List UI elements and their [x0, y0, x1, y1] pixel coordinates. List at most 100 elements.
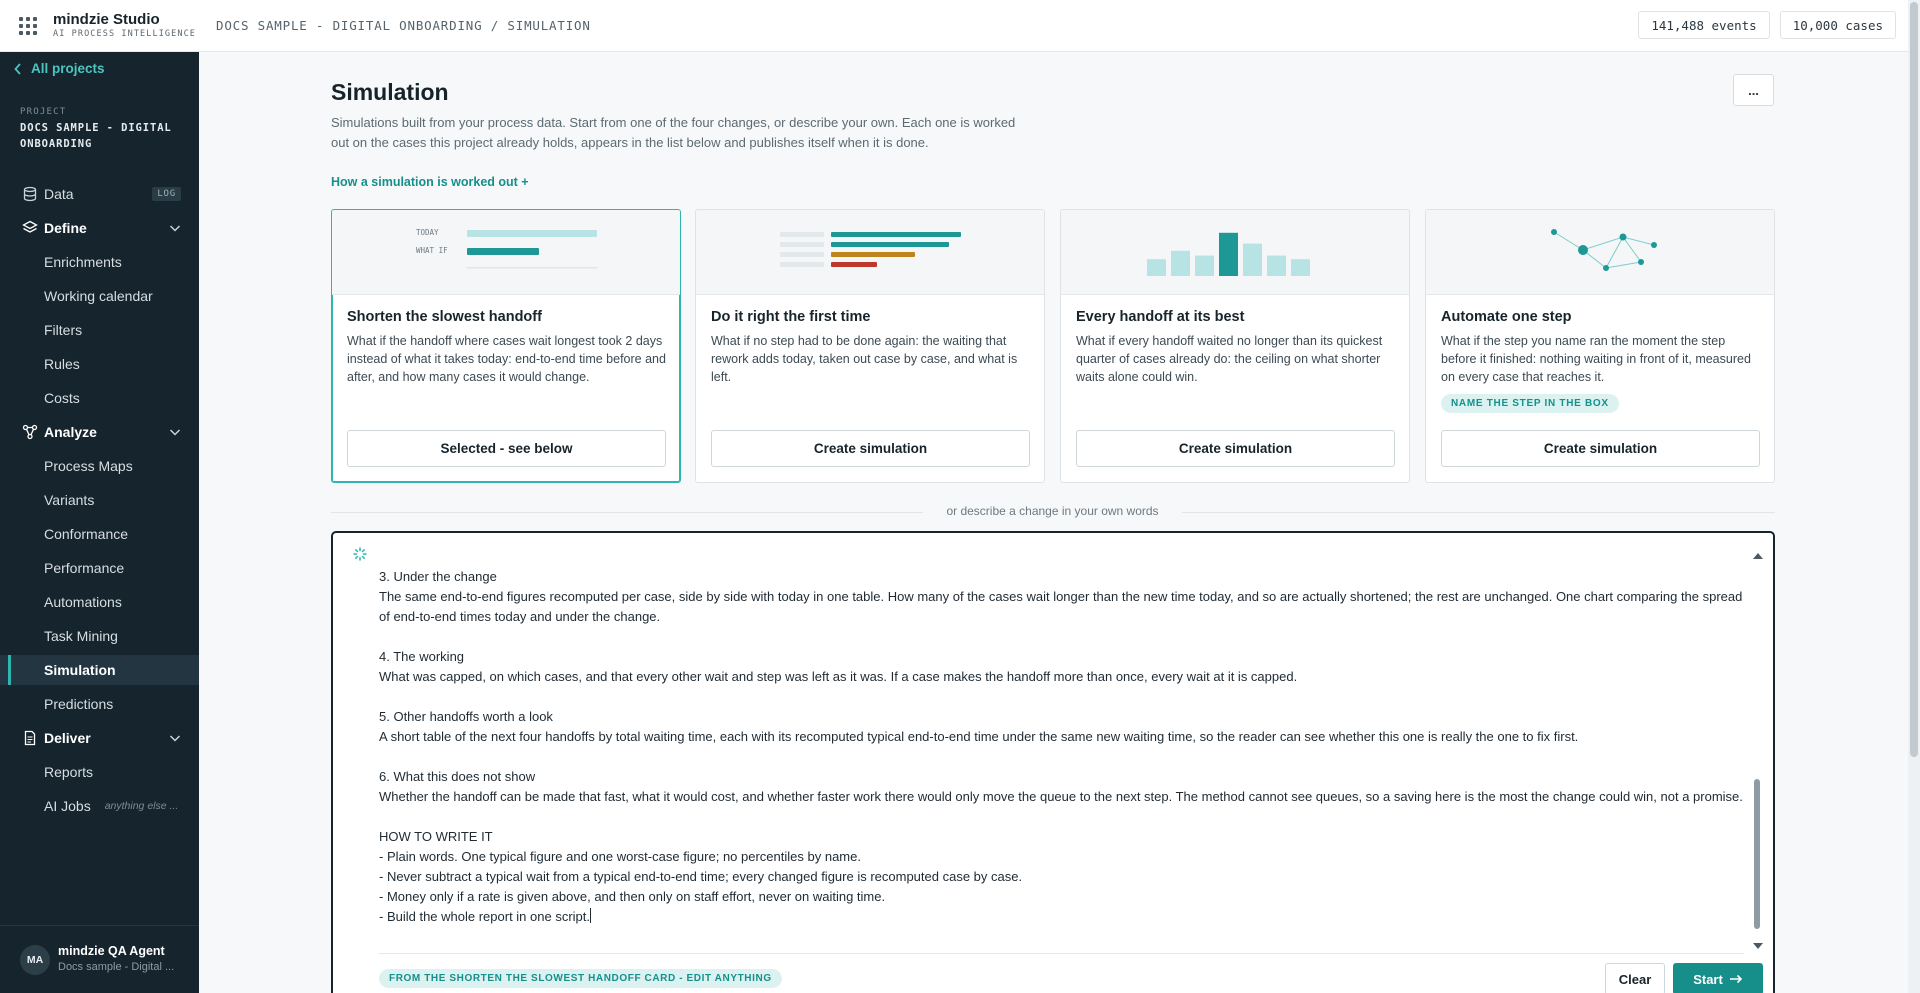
sidebar-item-ai-jobs[interactable]: AI Jobs anything else ...	[0, 791, 199, 821]
bar-red	[831, 262, 877, 267]
chevron-down-icon	[169, 225, 181, 232]
histogram-bar	[1147, 259, 1166, 276]
sidebar-section-deliver[interactable]: Deliver	[0, 723, 199, 753]
page-scroll-thumb[interactable]	[1910, 2, 1918, 757]
arrow-right-icon	[1729, 974, 1742, 984]
sidebar-item-filters[interactable]: Filters	[0, 315, 199, 345]
node	[1578, 245, 1588, 255]
project-label: PROJECT	[20, 107, 67, 117]
text-caret	[590, 908, 591, 923]
app-grid-icon[interactable]	[17, 15, 39, 37]
create-simulation-button[interactable]: Create simulation	[1076, 430, 1395, 467]
sidebar-item-reports[interactable]: Reports	[0, 757, 199, 787]
clear-button[interactable]: Clear	[1605, 963, 1665, 993]
card-title: Do it right the first time	[711, 309, 871, 325]
histogram-bar-highlight	[1219, 232, 1238, 276]
illo-whatif-label: WHAT IF	[416, 246, 448, 255]
sidebar-item-simulation[interactable]: Simulation	[0, 655, 199, 685]
project-name: DOCS SAMPLE - DIGITAL ONBOARDING	[20, 122, 172, 150]
histogram-bar	[1171, 250, 1190, 276]
events-count-chip: 141,488 events	[1638, 11, 1770, 39]
card-automate-one-step[interactable]: Automate one step What if the step you n…	[1425, 209, 1775, 483]
change-description-editor[interactable]: 3. Under the change The same end-to-end …	[331, 531, 1775, 993]
page-scrollbar[interactable]	[1908, 0, 1920, 993]
node	[1638, 259, 1644, 265]
brand[interactable]: mindzie Studio AI PROCESS INTELLIGENCE	[53, 12, 196, 39]
create-simulation-button[interactable]: Create simulation	[1441, 430, 1760, 467]
sidebar: All projects PROJECT DOCS SAMPLE - DIGIT…	[0, 52, 199, 993]
create-simulation-button[interactable]: Create simulation	[711, 430, 1030, 467]
today-bar	[467, 230, 597, 237]
histogram-bar	[1243, 243, 1262, 276]
sidebar-item-ai-jobs-label: AI Jobs	[44, 798, 91, 814]
row-placeholder	[780, 232, 824, 237]
source-card-tag: FROM THE SHORTEN THE SLOWEST HANDOFF CAR…	[379, 969, 782, 988]
sidebar-section-deliver-label: Deliver	[44, 730, 91, 746]
graph-nodes-icon	[22, 424, 38, 440]
sidebar-item-automations[interactable]: Automations	[0, 587, 199, 617]
start-button[interactable]: Start	[1673, 963, 1763, 993]
sidebar-item-variants[interactable]: Variants	[0, 485, 199, 515]
loading-spinner-icon	[353, 547, 367, 561]
user-project: Docs sample - Digital ...	[58, 961, 175, 973]
sidebar-item-performance[interactable]: Performance	[0, 553, 199, 583]
card-title: Every handoff at its best	[1076, 309, 1245, 325]
today-vs-whatif-illustration: TODAY WHAT IF	[332, 210, 680, 295]
sidebar-item-predictions[interactable]: Predictions	[0, 689, 199, 719]
chevron-down-icon	[169, 429, 181, 436]
user-profile[interactable]: MA mindzie QA Agent Docs sample - Digita…	[0, 925, 199, 993]
histogram-bar	[1195, 255, 1214, 276]
selected-button[interactable]: Selected - see below	[347, 430, 666, 467]
node	[1603, 265, 1609, 271]
editor-text[interactable]: 3. Under the change The same end-to-end …	[379, 567, 1744, 927]
ai-jobs-hint: anything else ...	[104, 800, 179, 812]
sidebar-item-rules[interactable]: Rules	[0, 349, 199, 379]
whatif-bar	[467, 248, 539, 255]
sidebar-item-costs[interactable]: Costs	[0, 383, 199, 413]
card-description: What if no step had to be done again: th…	[711, 334, 1018, 384]
sidebar-item-data[interactable]: Data LOG	[0, 179, 199, 209]
sidebar-section-define[interactable]: Define	[0, 213, 199, 243]
sidebar-item-working-calendar[interactable]: Working calendar	[0, 281, 199, 311]
bar-orange	[831, 252, 915, 257]
card-shorten-slowest-handoff[interactable]: TODAY WHAT IF Shorten the slowest handof…	[331, 209, 681, 483]
log-badge: LOG	[152, 187, 181, 201]
cases-count-chip: 10,000 cases	[1779, 11, 1896, 39]
all-projects-label: All projects	[31, 61, 105, 76]
rework-bars-illustration	[696, 210, 1044, 295]
page-description: Simulations built from your process data…	[331, 115, 1016, 150]
node	[1619, 233, 1627, 241]
card-title: Automate one step	[1441, 309, 1572, 325]
name-step-tag: NAME THE STEP IN THE BOX	[1441, 394, 1619, 413]
card-every-handoff-at-best[interactable]: Every handoff at its best What if every …	[1060, 209, 1410, 483]
card-description: What if the handoff where cases wait lon…	[347, 334, 666, 384]
editor-scroll-thumb[interactable]	[1754, 779, 1760, 929]
sidebar-section-analyze-label: Analyze	[44, 424, 97, 440]
sidebar-section-define-label: Define	[44, 220, 87, 236]
sidebar-item-conformance[interactable]: Conformance	[0, 519, 199, 549]
how-simulation-worked-out-toggle[interactable]: How a simulation is worked out +	[331, 175, 529, 189]
node	[1551, 229, 1557, 235]
bar	[831, 232, 961, 237]
histogram-bar	[1267, 255, 1286, 276]
page-title: Simulation	[331, 79, 449, 105]
editor-scrollbar[interactable]	[1752, 553, 1763, 949]
row-placeholder	[780, 242, 824, 247]
brand-tagline: AI PROCESS INTELLIGENCE	[53, 29, 197, 40]
more-options-button[interactable]: ...	[1733, 74, 1774, 106]
sidebar-item-enrichments[interactable]: Enrichments	[0, 247, 199, 277]
all-projects-link[interactable]: All projects	[14, 61, 105, 76]
card-description: What if the step you name ran the moment…	[1441, 334, 1751, 384]
scroll-up-arrow-icon[interactable]	[1753, 553, 1763, 559]
sidebar-item-process-maps[interactable]: Process Maps	[0, 451, 199, 481]
histogram-illustration	[1061, 210, 1409, 295]
scroll-down-arrow-icon[interactable]	[1753, 943, 1763, 949]
database-icon	[23, 186, 37, 202]
bar	[831, 242, 949, 247]
card-do-it-right-first-time[interactable]: Do it right the first time What if no st…	[695, 209, 1045, 483]
sidebar-section-analyze[interactable]: Analyze	[0, 417, 199, 447]
chevron-left-icon	[14, 62, 21, 75]
sidebar-item-task-mining[interactable]: Task Mining	[0, 621, 199, 651]
illo-today-label: TODAY	[416, 228, 439, 237]
document-icon	[24, 730, 36, 746]
